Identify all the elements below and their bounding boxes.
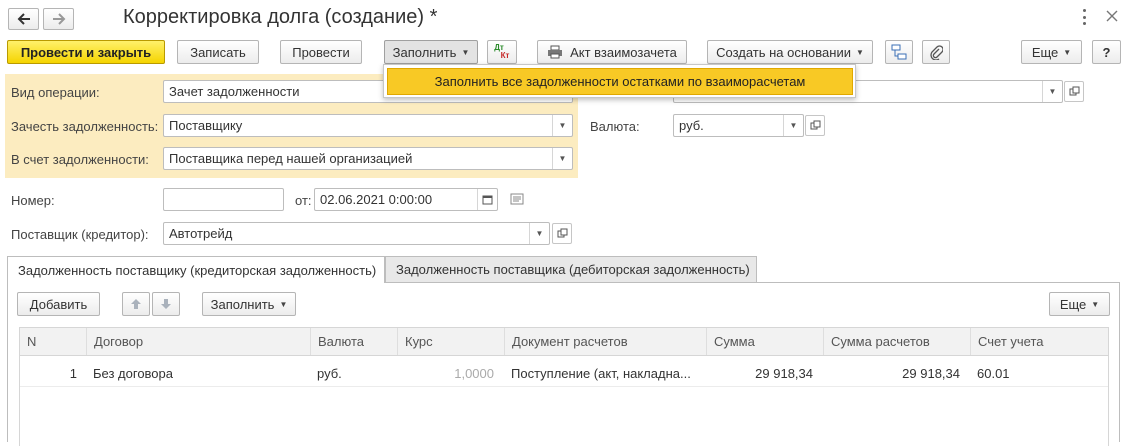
chevron-down-icon[interactable]: ▼ bbox=[783, 115, 803, 136]
offset-value: Поставщику bbox=[169, 118, 243, 133]
cell-sum-calc: 29 918,34 bbox=[902, 365, 960, 381]
chevron-down-icon[interactable]: ▼ bbox=[1042, 81, 1062, 102]
create-based-on-label: Создать на основании bbox=[716, 44, 851, 60]
supplier-field[interactable]: Автотрейд ▼ bbox=[163, 222, 550, 245]
supplier-label: Поставщик (кредитор): bbox=[11, 227, 149, 242]
close-icon[interactable] bbox=[1106, 10, 1118, 25]
hierarchy-icon bbox=[891, 44, 907, 60]
table-row[interactable]: 1 Без договора руб. 1,0000 Поступление (… bbox=[19, 359, 1109, 387]
more-label: Еще bbox=[1031, 44, 1059, 60]
move-up-button[interactable] bbox=[122, 292, 150, 316]
back-button[interactable] bbox=[8, 8, 39, 30]
column-header-account[interactable]: Счет учета bbox=[970, 328, 1108, 355]
fill-all-debts-menu-item[interactable]: Заполнить все задолженности остатками по… bbox=[387, 68, 853, 95]
currency-field[interactable]: руб. ▼ bbox=[673, 114, 804, 137]
against-field[interactable]: Поставщика перед нашей организацией ▼ bbox=[163, 147, 573, 170]
cell-rate: 1,0000 bbox=[454, 365, 494, 381]
cell-contract: Без договора bbox=[93, 365, 173, 381]
against-value: Поставщика перед нашей организацией bbox=[169, 151, 413, 166]
create-based-on-button[interactable]: Создать на основании ▼ bbox=[707, 40, 873, 64]
calendar-icon[interactable] bbox=[477, 189, 497, 210]
column-header-document[interactable]: Документ расчетов bbox=[504, 328, 706, 355]
tab-debtor-debt[interactable]: Задолженность поставщика (дебиторская за… bbox=[385, 256, 757, 282]
chevron-down-icon: ▼ bbox=[855, 47, 864, 57]
currency-value: руб. bbox=[679, 118, 704, 133]
open-icon bbox=[557, 228, 567, 238]
offset-label: Зачесть задолженность: bbox=[11, 119, 159, 134]
open-supplier-button[interactable] bbox=[552, 223, 572, 244]
fill-dropdown-button[interactable]: Заполнить ▼ bbox=[384, 40, 478, 64]
chevron-down-icon[interactable]: ▼ bbox=[529, 223, 549, 244]
window-title: Корректировка долга (создание) * bbox=[123, 6, 438, 28]
cell-document: Поступление (акт, накладна... bbox=[511, 365, 691, 381]
structure-button[interactable] bbox=[885, 40, 913, 64]
chevron-down-icon[interactable]: ▼ bbox=[552, 148, 572, 169]
attach-button[interactable] bbox=[922, 40, 950, 64]
table-fill-label: Заполнить bbox=[210, 296, 275, 312]
against-label: В счет задолженности: bbox=[11, 152, 149, 167]
comment-icon[interactable] bbox=[510, 193, 524, 208]
move-down-button[interactable] bbox=[152, 292, 180, 316]
column-header-n[interactable]: N bbox=[20, 328, 86, 355]
add-row-button[interactable]: Добавить bbox=[17, 292, 100, 316]
column-header-sum[interactable]: Сумма bbox=[706, 328, 823, 355]
column-header-rate[interactable]: Курс bbox=[397, 328, 504, 355]
open-currency-button[interactable] bbox=[805, 115, 825, 136]
vertical-dots-icon[interactable] bbox=[1080, 9, 1088, 25]
date-value: 02.06.2021 0:00:00 bbox=[320, 192, 433, 207]
chevron-down-icon: ▼ bbox=[1063, 47, 1072, 57]
chevron-down-icon[interactable]: ▼ bbox=[552, 115, 572, 136]
write-button[interactable]: Записать bbox=[177, 40, 259, 64]
column-header-currency[interactable]: Валюта bbox=[310, 328, 397, 355]
fill-label: Заполнить bbox=[392, 44, 457, 60]
operation-label: Вид операции: bbox=[11, 85, 100, 100]
fill-dropdown-menu: Заполнить все задолженности остатками по… bbox=[383, 64, 856, 98]
chevron-down-icon: ▼ bbox=[1091, 299, 1100, 309]
cell-currency: руб. bbox=[317, 365, 342, 381]
table-more-label: Еще bbox=[1059, 296, 1087, 312]
chevron-down-icon: ▼ bbox=[279, 299, 288, 309]
forward-button[interactable] bbox=[43, 8, 74, 30]
kt-label: Кт bbox=[500, 51, 510, 60]
help-button[interactable]: ? bbox=[1092, 40, 1121, 64]
offset-field[interactable]: Поставщику ▼ bbox=[163, 114, 573, 137]
mutual-act-button[interactable]: Акт взаимозачета bbox=[537, 40, 687, 64]
mutual-act-label: Акт взаимозачета bbox=[570, 44, 677, 60]
open-icon bbox=[810, 120, 820, 130]
date-from-label: от: bbox=[295, 193, 312, 208]
arrow-up-icon bbox=[131, 299, 141, 309]
chevron-down-icon: ▼ bbox=[461, 47, 470, 57]
dt-kt-button[interactable]: Дт Кт bbox=[487, 40, 517, 64]
number-label: Номер: bbox=[11, 193, 55, 208]
cell-account: 60.01 bbox=[977, 365, 1010, 381]
open-icon bbox=[1069, 86, 1079, 96]
post-and-close-button[interactable]: Провести и закрыть bbox=[7, 40, 165, 64]
printer-icon bbox=[548, 45, 563, 59]
operation-value: Зачет задолженности bbox=[169, 84, 300, 99]
open-organization-button[interactable] bbox=[1064, 81, 1084, 102]
date-field[interactable]: 02.06.2021 0:00:00 bbox=[314, 188, 498, 211]
column-header-contract[interactable]: Договор bbox=[86, 328, 310, 355]
currency-label: Валюта: bbox=[590, 119, 640, 134]
tab-creditor-debt[interactable]: Задолженность поставщику (кредиторская з… bbox=[7, 256, 385, 283]
table-more-button[interactable]: Еще ▼ bbox=[1049, 292, 1110, 316]
arrow-left-icon bbox=[17, 13, 30, 25]
table-fill-button[interactable]: Заполнить ▼ bbox=[202, 292, 296, 316]
number-field[interactable] bbox=[163, 188, 284, 211]
more-button[interactable]: Еще ▼ bbox=[1021, 40, 1082, 64]
table-header: N Договор Валюта Курс Документ расчетов … bbox=[19, 327, 1109, 356]
arrow-right-icon bbox=[52, 13, 65, 25]
paperclip-icon bbox=[930, 45, 943, 60]
post-button[interactable]: Провести bbox=[280, 40, 362, 64]
supplier-value: Автотрейд bbox=[169, 226, 233, 241]
cell-sum: 29 918,34 bbox=[755, 365, 813, 381]
column-header-sum-calc[interactable]: Сумма расчетов bbox=[823, 328, 970, 355]
cell-n: 1 bbox=[69, 365, 77, 381]
arrow-down-icon bbox=[161, 299, 171, 309]
